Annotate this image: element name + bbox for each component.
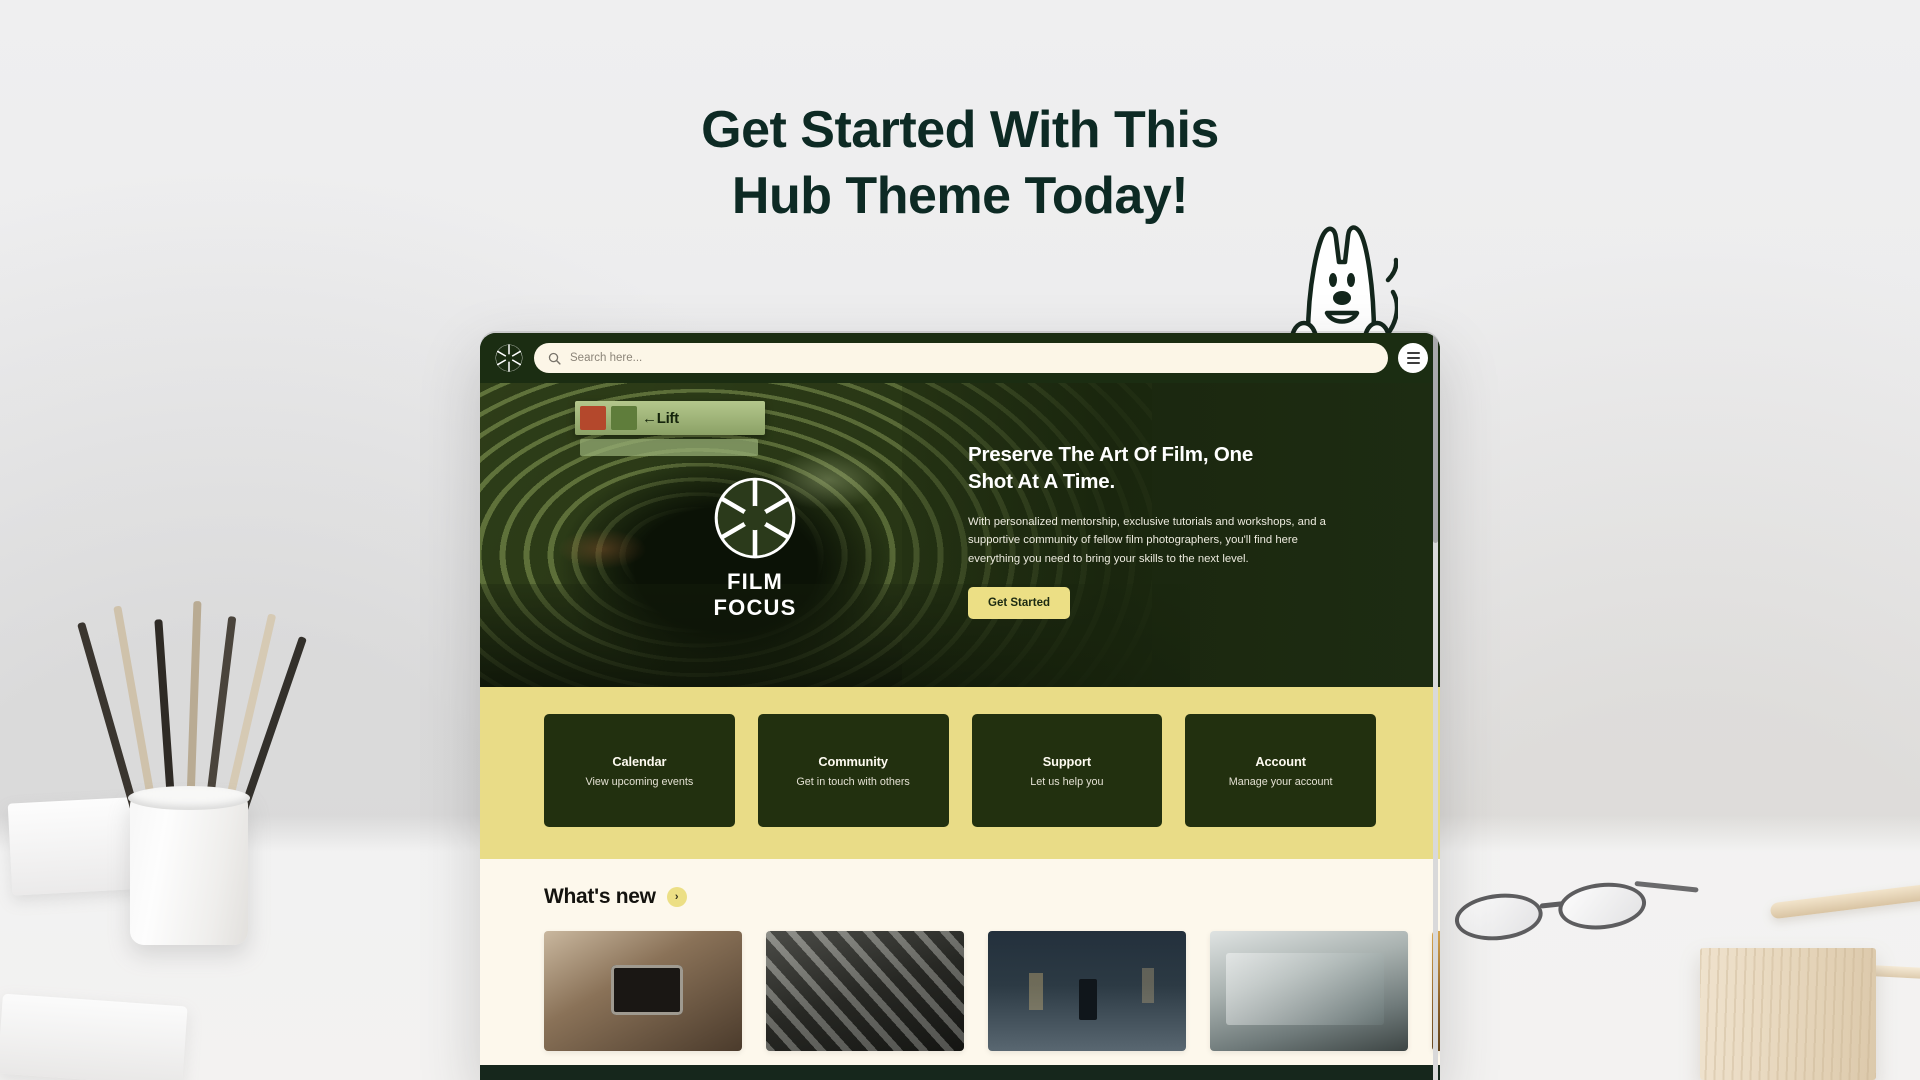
whats-new-section: What's new › → <box>480 859 1440 1065</box>
pencil-cup <box>128 786 250 945</box>
page-headline: Get Started With This Hub Theme Today! <box>0 98 1920 229</box>
hero-copy: Preserve The Art Of Film, One Shot At A … <box>968 441 1368 619</box>
whats-new-card[interactable] <box>1210 931 1408 1051</box>
screenshot-root: Get Started With This Hub Theme Today! S… <box>0 0 1920 1080</box>
aperture-icon <box>712 475 798 561</box>
headline-line-2: Hub Theme Today! <box>731 166 1189 225</box>
page-scrollbar[interactable] <box>1433 333 1438 1080</box>
hero-heading: Preserve The Art Of Film, One Shot At A … <box>968 441 1368 495</box>
headline-line-1: Get Started With This <box>701 101 1219 159</box>
aperture-icon[interactable] <box>494 343 524 373</box>
whats-new-carousel: → <box>544 931 1440 1051</box>
hamburger-menu-icon[interactable] <box>1398 343 1428 373</box>
lift-sign-secondary <box>580 439 758 456</box>
quicklink-subtitle: Get in touch with others <box>796 775 910 788</box>
quicklink-subtitle: View upcoming events <box>585 775 694 788</box>
whats-new-card[interactable] <box>766 931 964 1051</box>
search-input[interactable]: Search here... <box>534 343 1388 373</box>
quicklink-subtitle: Manage your account <box>1228 775 1333 788</box>
whats-new-header: What's new › <box>544 885 1376 909</box>
section-title: What's new <box>544 885 656 908</box>
hero-body-text: With personalized mentorship, exclusive … <box>968 516 1326 565</box>
search-icon <box>548 352 561 365</box>
wooden-block <box>1700 948 1876 1080</box>
quicklink-title: Account <box>1255 753 1306 769</box>
quicklink-community[interactable]: Community Get in touch with others <box>757 714 949 827</box>
pencils <box>77 600 307 817</box>
hero-heading-line-2: Shot At A Time. <box>968 470 1115 494</box>
get-started-button[interactable]: Get Started <box>968 586 1070 619</box>
quicklink-support[interactable]: Support Let us help you <box>971 714 1163 827</box>
chevron-right-icon[interactable]: › <box>666 887 687 907</box>
quicklinks-band: Calendar View upcoming events Community … <box>480 687 1440 859</box>
quicklink-title: Community <box>818 753 888 769</box>
hero-section: ←Lift FILM FOCUS Preserve The Art Of Fil… <box>480 383 1440 687</box>
site-logo: FILM FOCUS <box>685 475 825 621</box>
browser-window: Search here... ←Lift FILM FOCUS Preserve… <box>480 333 1440 1080</box>
lift-sign: ←Lift <box>575 401 765 435</box>
whats-new-card[interactable] <box>544 931 742 1051</box>
whats-new-card[interactable] <box>988 931 1186 1051</box>
hero-heading-line-1: Preserve The Art Of Film, One <box>968 443 1254 466</box>
lift-sign-text: ←Lift <box>642 409 679 427</box>
quicklink-calendar[interactable]: Calendar View upcoming events <box>544 714 735 827</box>
site-header: Search here... <box>480 333 1440 383</box>
quicklink-title: Calendar <box>612 753 667 769</box>
logo-wordmark: FILM FOCUS <box>713 569 797 620</box>
quicklink-account[interactable]: Account Manage your account <box>1185 714 1376 827</box>
search-placeholder: Search here... <box>570 352 643 364</box>
notebook-left-lower <box>0 993 188 1080</box>
quicklink-title: Support <box>1042 753 1092 769</box>
quicklink-subtitle: Let us help you <box>1030 775 1104 788</box>
